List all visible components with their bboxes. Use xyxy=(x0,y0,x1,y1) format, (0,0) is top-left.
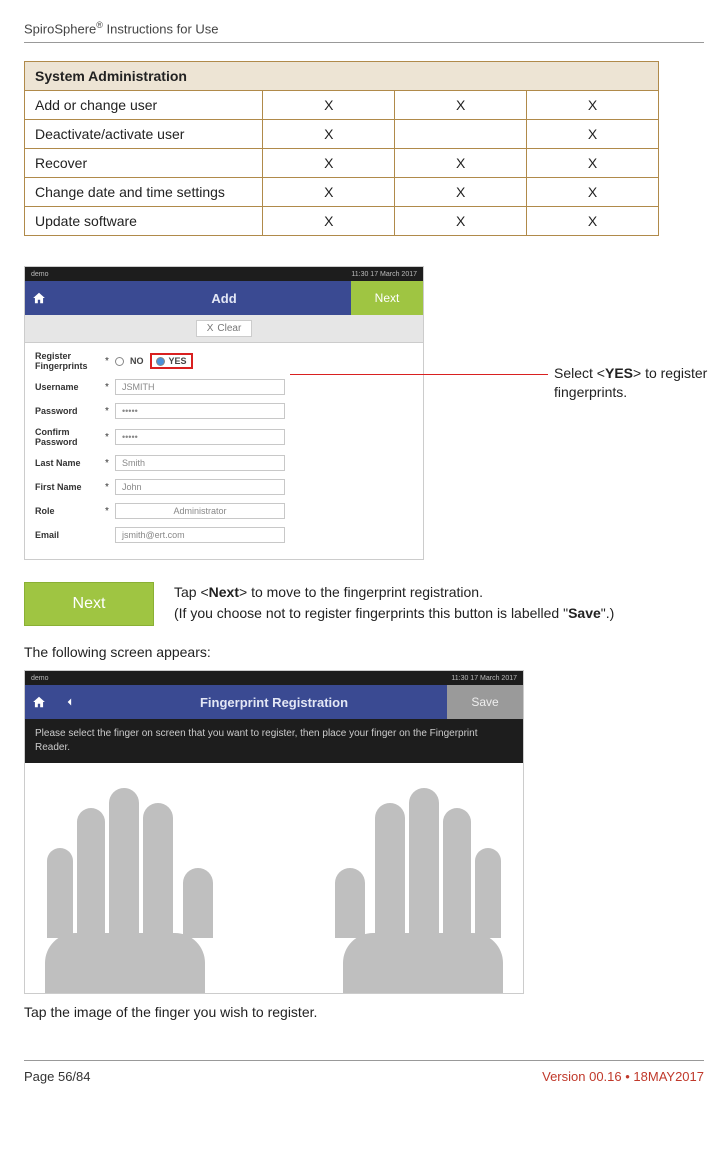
right-thumb-finger[interactable] xyxy=(335,868,365,938)
yes-highlight-box: YES xyxy=(150,353,193,369)
left-ring-finger[interactable] xyxy=(77,808,105,938)
clear-button[interactable]: X Clear xyxy=(196,320,253,337)
table-row: Add or change user X X X xyxy=(25,91,659,120)
left-hand[interactable] xyxy=(45,788,215,993)
left-palm xyxy=(45,933,205,993)
registered-mark: ® xyxy=(96,20,103,30)
sub-toolbar: X Clear xyxy=(25,315,423,343)
right-pinky-finger[interactable] xyxy=(475,848,501,938)
add-user-form: Register Fingerprints * NO YES Username … xyxy=(25,343,423,559)
doc-title-suffix: Instructions for Use xyxy=(107,21,219,36)
system-admin-table: System Administration Add or change user… xyxy=(24,61,659,236)
status-left: demo xyxy=(31,271,49,278)
doc-header: SpiroSphere® Instructions for Use xyxy=(24,20,704,43)
next-button-large[interactable]: Next xyxy=(24,582,154,626)
lastname-input[interactable]: Smith xyxy=(115,455,285,471)
left-middle-finger[interactable] xyxy=(109,788,139,938)
next-instruction-text: Tap <Next> to move to the fingerprint re… xyxy=(174,582,704,624)
radio-yes-label: YES xyxy=(169,356,187,366)
username-label: Username xyxy=(35,382,105,392)
left-index-finger[interactable] xyxy=(143,803,173,938)
radio-no-label: NO xyxy=(130,356,144,366)
right-palm xyxy=(343,933,503,993)
status-bar: demo 11:30 17 March 2017 xyxy=(25,267,423,281)
radio-yes-icon xyxy=(156,357,165,366)
right-hand[interactable] xyxy=(333,788,503,993)
callout-text: Select <YES> to register fingerprints. xyxy=(554,364,728,400)
firstname-label: First Name xyxy=(35,482,105,492)
lastname-label: Last Name xyxy=(35,458,105,468)
register-fp-toggle[interactable]: NO YES xyxy=(115,353,193,369)
table-row: Recover X X X xyxy=(25,149,659,178)
page-number: Page 56/84 xyxy=(24,1069,91,1084)
top-bar: Add Next xyxy=(25,281,423,315)
next-button[interactable]: Next xyxy=(351,281,423,315)
callout-line xyxy=(290,374,548,375)
register-fp-label: Register Fingerprints xyxy=(35,351,105,371)
left-thumb-finger[interactable] xyxy=(183,868,213,938)
status-right: 11:30 17 March 2017 xyxy=(351,271,417,278)
table-section-header: System Administration xyxy=(25,62,659,91)
role-label: Role xyxy=(35,506,105,516)
radio-no-icon xyxy=(115,357,124,366)
table-row: Update software X X X xyxy=(25,207,659,236)
fingerprint-screenshot: demo 11:30 17 March 2017 Fingerprint Reg… xyxy=(24,670,524,994)
product-name: SpiroSphere xyxy=(24,21,96,36)
password-input[interactable]: ••••• xyxy=(115,403,285,419)
screenshot1-section: demo 11:30 17 March 2017 Add Next X Clea… xyxy=(24,266,704,560)
top-bar-2: Fingerprint Registration Save xyxy=(25,685,523,719)
fingerprint-instruction: Please select the finger on screen that … xyxy=(25,719,523,763)
right-ring-finger[interactable] xyxy=(443,808,471,938)
status-left-2: demo xyxy=(31,675,49,682)
clear-label: Clear xyxy=(217,323,241,334)
role-select[interactable]: Administrator xyxy=(115,503,285,519)
right-index-finger[interactable] xyxy=(375,803,405,938)
right-middle-finger[interactable] xyxy=(409,788,439,938)
left-pinky-finger[interactable] xyxy=(47,848,73,938)
next-instruction-row: Next Tap <Next> to move to the fingerpri… xyxy=(24,582,704,626)
email-label: Email xyxy=(35,530,105,540)
version-text: Version 00.16 • 18MAY2017 xyxy=(542,1069,704,1084)
tap-finger-text: Tap the image of the finger you wish to … xyxy=(24,1004,704,1020)
add-user-screenshot: demo 11:30 17 March 2017 Add Next X Clea… xyxy=(24,266,424,560)
confirm-password-label: Confirm Password xyxy=(35,427,105,447)
following-screen-text: The following screen appears: xyxy=(24,644,704,660)
email-input[interactable]: jsmith@ert.com xyxy=(115,527,285,543)
password-label: Password xyxy=(35,406,105,416)
table-row: Change date and time settings X X X xyxy=(25,178,659,207)
doc-footer: Page 56/84 Version 00.16 • 18MAY2017 xyxy=(24,1060,704,1084)
hands-area xyxy=(25,763,523,993)
confirm-password-input[interactable]: ••••• xyxy=(115,429,285,445)
status-right-2: 11:30 17 March 2017 xyxy=(451,675,517,682)
username-input[interactable]: JSMITH xyxy=(115,379,285,395)
table-row: Deactivate/activate user X X xyxy=(25,120,659,149)
status-bar-2: demo 11:30 17 March 2017 xyxy=(25,671,523,685)
firstname-input[interactable]: John xyxy=(115,479,285,495)
clear-x: X xyxy=(207,323,214,334)
save-button[interactable]: Save xyxy=(447,685,523,719)
